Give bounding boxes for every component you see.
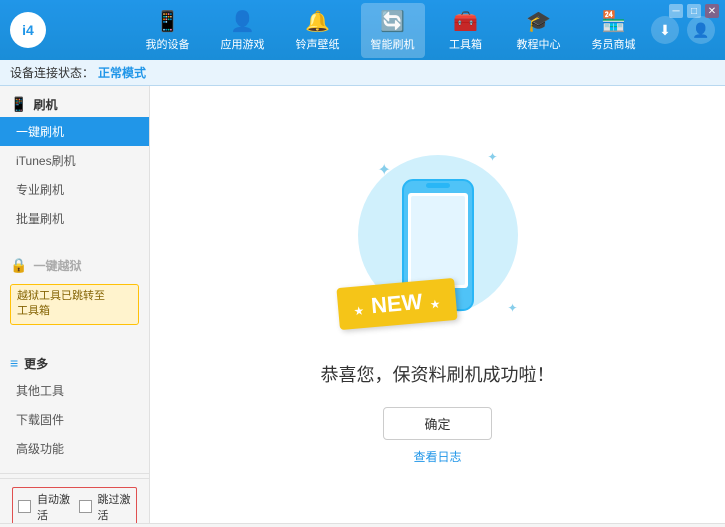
header: i4 爱思助手 www.i4.cn 📱 我的设备 👤 应用游戏 🔔 铃声壁纸 🔄 [0, 0, 725, 60]
sidebar-section-more: ≡ 更多 其他工具 下载固件 高级功能 [0, 345, 149, 469]
nav-device-icon: 📱 [155, 9, 180, 34]
nav-merchant[interactable]: 🏪 务员商城 [582, 3, 646, 58]
nav-ringtones[interactable]: 🔔 铃声壁纸 [286, 3, 350, 58]
sidebar-item-pro-flash[interactable]: 专业刷机 [0, 175, 149, 204]
nav-merchant-icon: 🏪 [601, 9, 626, 34]
auto-activate-checkbox[interactable] [18, 500, 31, 513]
sidebar-item-one-key-flash[interactable]: 一键刷机 [0, 117, 149, 146]
close-button[interactable]: ✕ [705, 4, 719, 18]
minimize-button[interactable]: ─ [669, 4, 683, 18]
user-button[interactable]: 👤 [687, 16, 715, 44]
success-illustration: ✦ ✦ ✦ NEW 恭喜您，保资料刷机成功啦！ [321, 145, 555, 465]
nav-ringtone-icon: 🔔 [305, 9, 330, 34]
sidebar-item-batch-flash[interactable]: 批量刷机 [0, 204, 149, 233]
success-text: 恭喜您，保资料刷机成功啦！ [321, 361, 555, 387]
jailbreak-section-icon: 🔒 [10, 257, 27, 274]
nav-my-device[interactable]: 📱 我的设备 [136, 3, 200, 58]
sparkle-3-icon: ✦ [507, 301, 517, 315]
sidebar-item-other-tools[interactable]: 其他工具 [0, 376, 149, 405]
sidebar-section-jailbreak: 🔒 一键越狱 越狱工具已跳转至工具箱 [0, 247, 149, 337]
sidebar-header-flash: 📱 刷机 [0, 92, 149, 117]
sidebar: 📱 刷机 一键刷机 iTunes刷机 专业刷机 批量刷机 [0, 86, 150, 523]
window-controls: ─ □ ✕ [669, 4, 719, 18]
sidebar-bottom: 自动激活 跳过激活 📱 iPhone 15 Pro Max 512GB iPho… [0, 469, 149, 523]
device-section: 自动激活 跳过激活 📱 iPhone 15 Pro Max 512GB iPho… [0, 478, 149, 523]
download-button[interactable]: ⬇ [651, 16, 679, 44]
new-badge: NEW [336, 277, 457, 329]
more-section-icon: ≡ [10, 355, 18, 371]
guided-activate-checkbox[interactable] [79, 500, 92, 513]
sparkle-2-icon: ✦ [487, 150, 497, 164]
log-link[interactable]: 查看日志 [413, 448, 461, 465]
auto-activate-row: 自动激活 跳过激活 [12, 487, 137, 523]
sidebar-jailbreak-notice: 越狱工具已跳转至工具箱 [10, 284, 139, 325]
content-area: ✦ ✦ ✦ NEW 恭喜您，保资料刷机成功啦！ [150, 86, 725, 523]
nav-tutorial[interactable]: 🎓 教程中心 [507, 3, 571, 58]
sidebar-section-flash: 📱 刷机 一键刷机 iTunes刷机 专业刷机 批量刷机 [0, 86, 149, 239]
logo-icon: i4 [10, 12, 46, 48]
maximize-button[interactable]: □ [687, 4, 701, 18]
statusbar: 阻止iTunes运行 V7.98.66 客服 微信公众号 检查更新 [0, 523, 725, 527]
header-right: ⬇ 👤 [651, 16, 715, 44]
nav-bar: 📱 我的设备 👤 应用游戏 🔔 铃声壁纸 🔄 智能刷机 🧰 工具箱 🎓 [130, 3, 651, 58]
sparkle-1-icon: ✦ [378, 160, 391, 180]
sidebar-item-itunes-flash[interactable]: iTunes刷机 [0, 146, 149, 175]
confirm-button[interactable]: 确定 [383, 407, 491, 440]
sidebar-item-advanced[interactable]: 高级功能 [0, 434, 149, 463]
main-area: 📱 刷机 一键刷机 iTunes刷机 专业刷机 批量刷机 [0, 86, 725, 523]
nav-flash-icon: 🔄 [380, 9, 405, 34]
nav-tutorial-icon: 🎓 [526, 9, 551, 34]
sidebar-header-jailbreak: 🔒 一键越狱 [0, 253, 149, 278]
sidebar-item-download-fw[interactable]: 下载固件 [0, 405, 149, 434]
nav-toolbox-icon: 🧰 [453, 9, 478, 34]
flash-section-icon: 📱 [10, 96, 27, 113]
sidebar-header-more: ≡ 更多 [0, 351, 149, 376]
nav-apps-icon: 👤 [230, 9, 255, 34]
nav-toolbox[interactable]: 🧰 工具箱 [436, 3, 496, 58]
nav-apps-games[interactable]: 👤 应用游戏 [211, 3, 275, 58]
sidebar-divider-3 [0, 473, 149, 474]
nav-smart-flash[interactable]: 🔄 智能刷机 [361, 3, 425, 58]
phone-container: ✦ ✦ ✦ NEW [348, 145, 528, 345]
